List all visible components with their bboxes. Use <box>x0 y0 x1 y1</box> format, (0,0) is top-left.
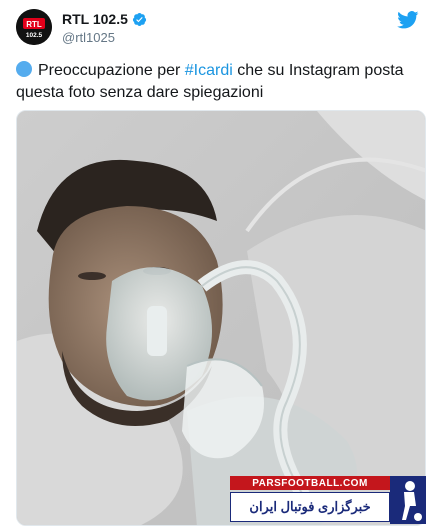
avatar-logo-text: RTL <box>26 20 42 29</box>
twitter-bird-icon[interactable] <box>397 11 419 29</box>
tweet-text: Preoccupazione per #Icardi che su Instag… <box>16 60 421 104</box>
tweet-text-start: Preoccupazione per <box>38 62 185 79</box>
tweet-photo[interactable] <box>16 110 426 526</box>
watermark-persian-text: خبرگزاری فوتبال ایران <box>230 492 390 522</box>
avatar-logo-subtext: 102.5 <box>26 32 43 39</box>
rtl-logo: RTL 102.5 <box>16 9 52 45</box>
parsfootball-watermark: PARSFOOTBALL.COM خبرگزاری فوتبال ایران <box>230 476 426 524</box>
account-avatar[interactable]: RTL 102.5 <box>16 9 52 45</box>
hashtag-link[interactable]: #Icardi <box>185 62 233 79</box>
verified-badge-icon <box>132 12 146 26</box>
watermark-site: PARSFOOTBALL.COM <box>230 476 390 490</box>
display-name[interactable]: RTL 102.5 <box>62 11 128 27</box>
tweet-card: RTL 102.5 RTL 102.5 @rtl1025 Preoccupazi… <box>0 0 435 531</box>
hospital-photo-illustration <box>17 111 425 525</box>
account-name-row[interactable]: RTL 102.5 <box>62 11 147 27</box>
account-handle[interactable]: @rtl1025 <box>62 30 115 45</box>
football-player-logo-icon <box>390 476 426 524</box>
blue-circle-emoji <box>16 61 32 77</box>
